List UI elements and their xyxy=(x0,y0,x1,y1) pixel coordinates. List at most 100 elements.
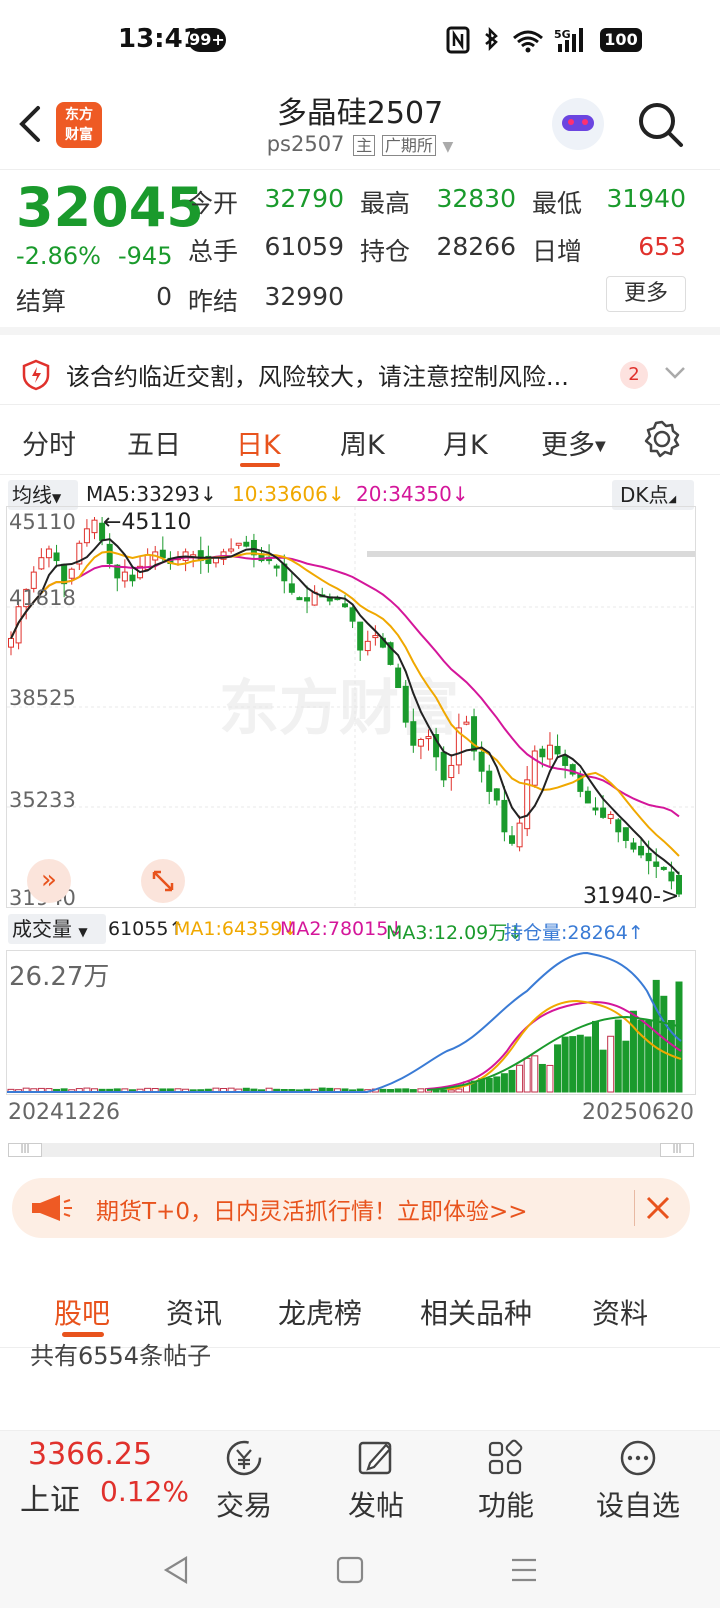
promo-banner[interactable]: 期货T+0，日内灵活抓行情！立即体验>> xyxy=(12,1178,690,1238)
tab-daily-k[interactable]: 日K xyxy=(236,423,281,462)
tab-five-day[interactable]: 五日 xyxy=(127,423,181,462)
candle-body xyxy=(493,788,500,801)
tab-related[interactable]: 相关品种 xyxy=(420,1292,532,1332)
candle-body xyxy=(531,750,538,786)
promo-text: 期货T+0，日内灵活抓行情！立即体验>> xyxy=(96,1199,528,1225)
volume-bar xyxy=(523,1057,531,1093)
battery-icon: 100 xyxy=(600,28,642,52)
candle-body xyxy=(592,807,599,811)
page-title: 多晶硅2507 xyxy=(276,96,444,131)
tab-monthly-k[interactable]: 月K xyxy=(443,423,488,462)
nav-menu-icon[interactable] xyxy=(508,1554,540,1586)
candle-body xyxy=(61,563,68,585)
candle-body xyxy=(402,685,409,723)
volume-bar xyxy=(599,1049,607,1093)
risk-notice[interactable]: 该合约临近交割，风险较大，请注意控制风险... 2 xyxy=(0,343,720,405)
tab-dragon-tiger[interactable]: 龙虎榜 xyxy=(278,1292,362,1332)
volume-bar xyxy=(584,1036,592,1093)
volume-selector[interactable]: 成交量 ▼ xyxy=(8,914,106,944)
scroll-handle-right[interactable]: ||| xyxy=(660,1143,694,1157)
tab-guba[interactable]: 股吧 xyxy=(54,1292,110,1332)
candle-body xyxy=(417,738,424,747)
candle-body xyxy=(645,852,652,862)
more-button[interactable]: 更多 xyxy=(606,276,686,312)
candle-body xyxy=(364,640,371,652)
index-value[interactable]: 3366.25 xyxy=(28,1437,152,1472)
tab-more[interactable]: 更多▼ xyxy=(541,423,606,462)
y-tick-0: 45110 xyxy=(9,510,76,534)
volume-max-label: 26.27万 xyxy=(9,962,109,992)
expand-sidebar-icon[interactable]: » xyxy=(27,859,71,903)
candle-body xyxy=(410,721,417,746)
start-date: 20241226 xyxy=(8,1100,120,1125)
candle-body xyxy=(516,822,523,848)
ma10-label: 10:33606↓ xyxy=(232,482,345,506)
functions-button[interactable]: 功能 xyxy=(456,1439,556,1524)
volume-bar xyxy=(379,1088,387,1093)
robot-assistant-icon[interactable] xyxy=(552,98,604,150)
open-value: 32790 xyxy=(264,184,344,213)
y-tick-3: 35233 xyxy=(9,788,76,812)
close-icon[interactable] xyxy=(644,1194,672,1222)
volume-bar xyxy=(607,1035,615,1093)
volume-bar xyxy=(409,1089,417,1093)
volume-bar xyxy=(493,1076,501,1093)
chevron-down-icon[interactable] xyxy=(664,365,686,381)
vol-label: 61055↑ xyxy=(108,918,185,940)
candle-body xyxy=(304,597,311,602)
volume-bar xyxy=(417,1088,425,1093)
volume-indicator-bar: 成交量 ▼ 61055↑ MA1:64359↓ MA2:78015↓ MA3:1… xyxy=(0,914,720,948)
candle-body xyxy=(243,541,250,547)
volume-bar xyxy=(576,1034,584,1093)
volume-bar xyxy=(440,1089,448,1093)
chart-scrollbar[interactable]: ||| ||| xyxy=(8,1143,694,1157)
trade-button[interactable]: 交易 xyxy=(194,1439,294,1524)
volume-bar xyxy=(538,1063,546,1093)
y-tick-1: 41818 xyxy=(9,586,76,610)
tab-profile[interactable]: 资料 xyxy=(592,1292,648,1332)
settle-label: 结算 xyxy=(16,287,67,316)
open-label: 今开 xyxy=(188,189,239,218)
change-pct: -2.86% xyxy=(16,242,101,270)
kline-chart[interactable]: 东方财富 45110 41818 38525 35233 31940 ←4511… xyxy=(6,506,696,908)
fullscreen-icon[interactable] xyxy=(141,859,185,903)
nav-back-icon[interactable] xyxy=(160,1554,192,1586)
settings-gear-icon[interactable] xyxy=(642,419,682,459)
volume-chart[interactable]: 26.27万 xyxy=(6,950,696,1095)
volume-label: 总手 xyxy=(188,237,239,266)
candle-body xyxy=(630,842,637,850)
candle-body xyxy=(228,548,235,552)
more-dots-icon xyxy=(620,1440,656,1476)
post-button[interactable]: 发帖 xyxy=(326,1439,426,1524)
candle-body xyxy=(83,528,90,544)
candle-body xyxy=(296,597,303,601)
candle-body xyxy=(486,770,493,792)
index-change[interactable]: 0.12% xyxy=(100,1475,189,1508)
low-value: 31940 xyxy=(606,184,686,213)
contract-subtitle[interactable]: ps2507 主 广期所 ▼ xyxy=(0,132,720,156)
index-name[interactable]: 上证 xyxy=(20,1475,80,1519)
tab-weekly-k[interactable]: 周K xyxy=(340,423,385,462)
change-value: -945 xyxy=(118,242,173,270)
candle-body xyxy=(53,552,60,562)
candle-body xyxy=(501,799,508,833)
oi-value: 28266 xyxy=(436,232,516,261)
search-icon[interactable] xyxy=(636,100,686,150)
prev-settle-value: 32990 xyxy=(264,282,344,311)
volume-bar xyxy=(622,1040,630,1093)
tab-news[interactable]: 资讯 xyxy=(166,1292,222,1332)
candle-body xyxy=(638,845,645,856)
nav-home-icon[interactable] xyxy=(334,1554,366,1586)
candle-body xyxy=(121,571,128,582)
edit-icon xyxy=(358,1441,392,1475)
tab-intraday[interactable]: 分时 xyxy=(22,423,76,462)
daily-inc-label: 日增 xyxy=(532,237,583,266)
add-watchlist-button[interactable]: 设自选 xyxy=(588,1439,688,1524)
volume-bar xyxy=(402,1088,410,1093)
low-label: 最低 xyxy=(532,189,583,218)
yen-icon xyxy=(226,1440,262,1476)
end-date: 20250620 xyxy=(582,1100,694,1125)
volume-bar xyxy=(546,1064,554,1093)
scroll-handle-left[interactable]: ||| xyxy=(8,1143,42,1157)
candle-body xyxy=(478,751,485,772)
